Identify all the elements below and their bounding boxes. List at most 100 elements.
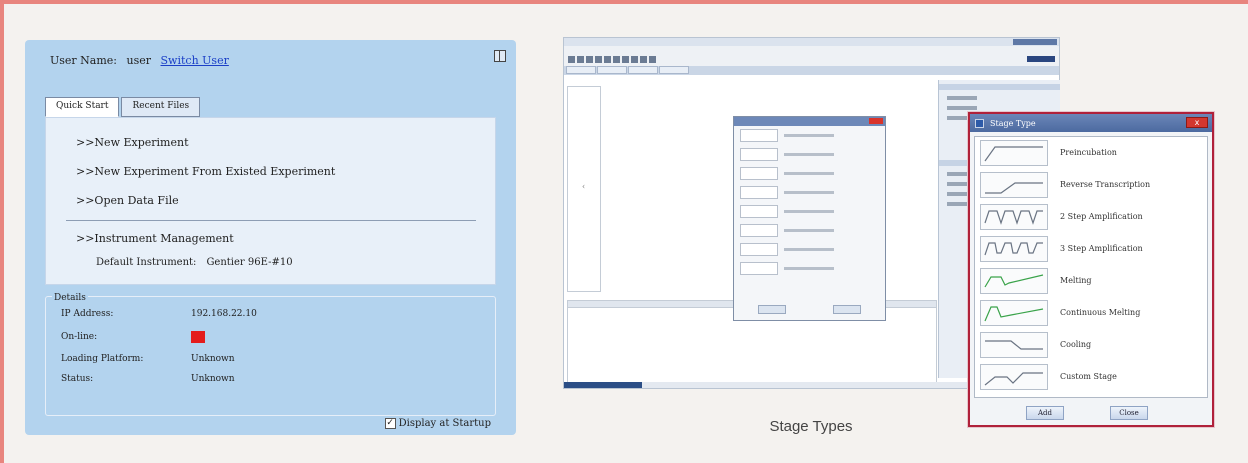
online-status-indicator: [191, 331, 205, 343]
dialog-title-bar: Stage Type x: [970, 114, 1212, 132]
mini-stage-row: [734, 126, 885, 145]
add-button[interactable]: Add: [1026, 406, 1064, 420]
mini-stage-row: [734, 183, 885, 202]
mini-label: [784, 172, 834, 175]
brand-logo: [1027, 56, 1055, 62]
open-data-file-link[interactable]: >>Open Data File: [76, 194, 179, 207]
mini-label: [784, 267, 834, 270]
preincubation-profile-icon: [980, 140, 1048, 166]
loading-platform-value: Unknown: [191, 354, 235, 364]
user-name-value: user: [126, 54, 152, 67]
continuous-melting-profile-icon: [980, 300, 1048, 326]
tab-recent-files[interactable]: Recent Files: [121, 97, 201, 117]
user-name-label: User Name:: [50, 54, 118, 67]
stage-item-label: 2 Step Amplification: [1060, 212, 1143, 221]
close-button[interactable]: Close: [1110, 406, 1148, 420]
stage-item-preincubation[interactable]: Preincubation: [980, 140, 1204, 168]
online-label: On-line:: [61, 332, 98, 342]
toolbar-icon: [613, 56, 620, 63]
stage-item-3-step-amplification[interactable]: 3 Step Amplification: [980, 236, 1204, 264]
stage-item-custom-stage[interactable]: Custom Stage: [980, 364, 1204, 392]
stage-item-label: Preincubation: [1060, 148, 1117, 157]
details-group: Details IP Address: 192.168.22.10 On-lin…: [45, 293, 496, 416]
pane-line: [947, 96, 977, 100]
app-icon: [975, 118, 984, 128]
toolbar-icon: [640, 56, 647, 63]
mini-stage-row: [734, 259, 885, 278]
toolbar-icon: [586, 56, 593, 63]
stage-item-label: Cooling: [1060, 340, 1092, 349]
stage-item-melting[interactable]: Melting: [980, 268, 1204, 296]
stage-type-dialog: Stage Type x Preincubation Reverse Trans…: [968, 112, 1214, 427]
mini-stage-row: [734, 221, 885, 240]
toolbar-icon: [631, 56, 638, 63]
close-icon[interactable]: x: [1186, 117, 1208, 128]
stage-item-label: Continuous Melting: [1060, 308, 1141, 317]
quick-start-content: >>New Experiment >>New Experiment From E…: [45, 117, 496, 285]
toolbar-icon: [595, 56, 602, 63]
mini-thumb: [740, 243, 778, 256]
new-experiment-from-existing-link[interactable]: >>New Experiment From Existed Experiment: [76, 165, 335, 178]
stage-item-continuous-melting[interactable]: Continuous Melting: [980, 300, 1204, 328]
mini-label: [784, 134, 834, 137]
mini-stage-row: [734, 240, 885, 259]
mini-thumb: [740, 167, 778, 180]
status-value: Unknown: [191, 374, 235, 384]
mini-thumb: [740, 186, 778, 199]
app-menu-bar: [564, 46, 1059, 54]
instrument-management-link[interactable]: >>Instrument Management: [76, 232, 234, 245]
stage-types-caption: Stage Types: [769, 418, 853, 435]
mini-dialog-title-bar: [734, 117, 885, 126]
pane-header: [939, 84, 1060, 90]
mini-label: [784, 248, 834, 251]
mini-stage-row: [734, 202, 885, 221]
stage-type-list: Preincubation Reverse Transcription 2 St…: [974, 136, 1208, 398]
display-at-startup-label: Display at Startup: [398, 418, 491, 429]
two-step-amplification-profile-icon: [980, 204, 1048, 230]
stage-item-label: 3 Step Amplification: [1060, 244, 1143, 253]
window-buttons: [1013, 39, 1057, 45]
mini-label: [784, 153, 834, 156]
start-tabs: Quick Start Recent Files: [45, 97, 201, 117]
stage-item-reverse-transcription[interactable]: Reverse Transcription: [980, 172, 1204, 200]
app-tab: [628, 66, 658, 74]
melting-profile-icon: [980, 268, 1048, 294]
startup-checkbox[interactable]: ✓: [384, 418, 396, 429]
tab-quick-start[interactable]: Quick Start: [45, 97, 120, 117]
default-instrument-label: Default Instrument:: [96, 257, 197, 268]
user-name-row: User Name: user Switch User: [50, 54, 229, 67]
new-experiment-link[interactable]: >>New Experiment: [76, 136, 189, 149]
mini-stage-row: [734, 164, 885, 183]
custom-stage-profile-icon: [980, 364, 1048, 390]
stage-item-label: Reverse Transcription: [1060, 180, 1151, 189]
app-tabs: [564, 66, 1059, 75]
toolbar-icon: [577, 56, 584, 63]
stage-item-cooling[interactable]: Cooling: [980, 332, 1204, 360]
toolbar-icon: [649, 56, 656, 63]
switch-user-link[interactable]: Switch User: [161, 54, 229, 67]
app-tab: [597, 66, 627, 74]
status-label: Status:: [61, 374, 94, 384]
mini-thumb: [740, 205, 778, 218]
pin-icon[interactable]: [494, 50, 506, 62]
mini-label: [784, 191, 834, 194]
toolbar-icon: [604, 56, 611, 63]
ip-address-label: IP Address:: [61, 309, 114, 319]
app-toolbar: [564, 54, 1059, 66]
app-tab: [659, 66, 689, 74]
stage-item-2-step-amplification[interactable]: 2 Step Amplification: [980, 204, 1204, 232]
mini-thumb: [740, 148, 778, 161]
app-title-bar: [564, 38, 1059, 46]
start-panel: User Name: user Switch User Quick Start …: [25, 40, 516, 435]
mini-dialog-buttons: [734, 305, 885, 314]
three-step-amplification-profile-icon: [980, 236, 1048, 262]
mini-stage-row: [734, 145, 885, 164]
mini-thumb: [740, 129, 778, 142]
toolbar-icon: [622, 56, 629, 63]
cooling-profile-icon: [980, 332, 1048, 358]
reverse-transcription-profile-icon: [980, 172, 1048, 198]
display-at-startup[interactable]: ✓ Display at Startup: [384, 418, 491, 429]
divider: [66, 220, 476, 221]
toolbar-icon: [568, 56, 575, 63]
status-progress: [564, 382, 642, 388]
